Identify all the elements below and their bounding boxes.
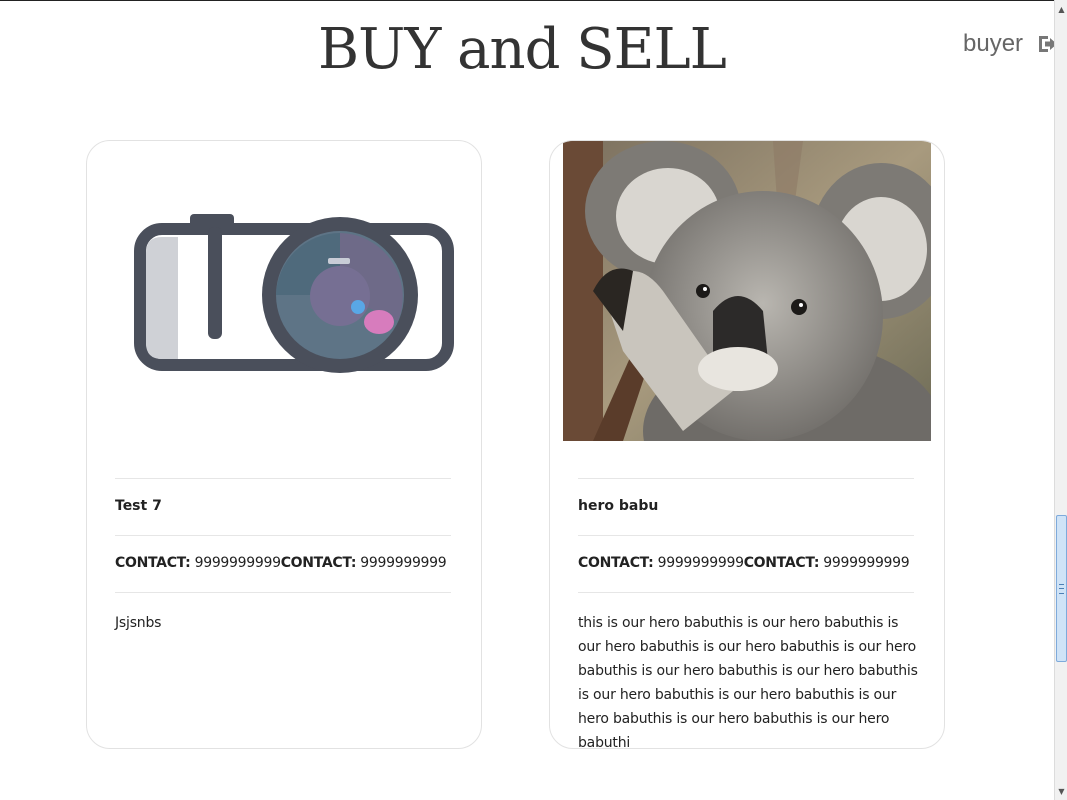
vertical-scrollbar[interactable]: ▲ ▼ <box>1054 0 1067 800</box>
contact-value: 9999999999 <box>657 555 744 571</box>
camera-icon <box>100 141 468 441</box>
koala-photo <box>563 141 944 521</box>
product-description: Jsjsnbs <box>115 615 162 631</box>
user-area: buyer <box>963 30 1059 58</box>
page-title: BUY and SELL <box>318 17 727 82</box>
scroll-down-arrow-icon[interactable]: ▼ <box>1055 784 1067 798</box>
contact-label: CONTACT: <box>280 555 357 571</box>
scroll-thumb[interactable] <box>1056 515 1067 662</box>
contact-label: CONTACT: <box>578 555 654 571</box>
product-card[interactable]: hero babu CONTACT: 9999999999CONTACT: 99… <box>549 140 945 749</box>
product-name: hero babu <box>578 498 659 514</box>
product-name: Test 7 <box>115 498 162 514</box>
divider <box>578 478 914 479</box>
divider <box>115 478 451 479</box>
contact-value: 9999999999 <box>823 555 910 571</box>
contact-line: CONTACT: 9999999999CONTACT: 9999999999 <box>578 555 910 571</box>
divider <box>115 535 451 536</box>
username[interactable]: buyer <box>963 30 1023 58</box>
divider <box>578 535 914 536</box>
divider <box>578 592 914 593</box>
contact-line: CONTACT: 9999999999CONTACT: 9999999999 <box>115 555 447 571</box>
grip-icon <box>1059 584 1064 594</box>
contact-value: 9999999999 <box>194 555 281 571</box>
contact-value: 9999999999 <box>360 555 447 571</box>
product-description: this is our hero babuthis is our hero ba… <box>578 615 918 749</box>
top-border <box>0 0 1067 1</box>
product-card[interactable]: Test 7 CONTACT: 9999999999CONTACT: 99999… <box>86 140 482 749</box>
contact-label: CONTACT: <box>115 555 191 571</box>
scroll-up-arrow-icon[interactable]: ▲ <box>1055 2 1067 16</box>
divider <box>115 592 451 593</box>
contact-label: CONTACT: <box>743 555 820 571</box>
